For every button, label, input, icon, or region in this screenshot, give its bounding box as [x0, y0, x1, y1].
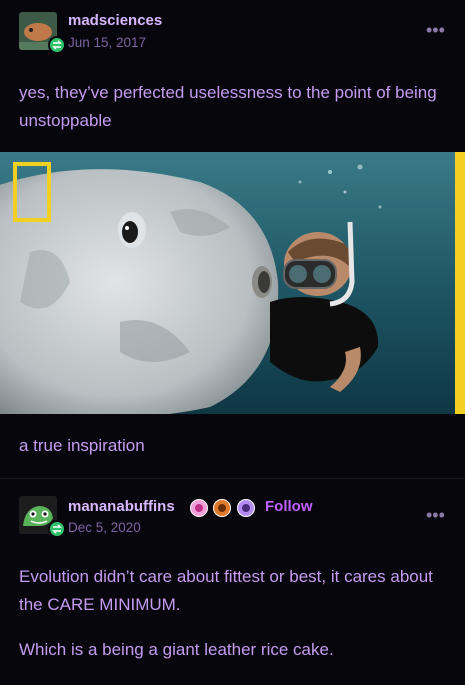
reblog-badge-icon: [48, 36, 66, 54]
sunfish-diver-image: [0, 152, 465, 414]
sunfish-diver-photo[interactable]: [0, 152, 465, 414]
orange-badge-icon[interactable]: [213, 499, 231, 517]
more-options-icon[interactable]: •••: [426, 20, 445, 41]
image-caption: a true inspiration: [19, 436, 145, 455]
username-mananabuffins[interactable]: mananabuffins: [68, 498, 175, 515]
more-options-icon[interactable]: •••: [426, 505, 445, 526]
reblog-badge-icon: [48, 520, 66, 538]
post-paragraph: Which is a being a giant leather rice ca…: [19, 640, 334, 659]
pink-badge-icon[interactable]: [190, 499, 208, 517]
post-date[interactable]: Jun 15, 2017: [68, 35, 146, 50]
purple-badge-icon[interactable]: [237, 499, 255, 517]
post-caption: yes, they’ve perfected uselessness to th…: [19, 83, 437, 130]
post-divider: [0, 478, 465, 479]
username-madsciences[interactable]: madsciences: [68, 12, 162, 29]
post-paragraph: Evolution didn’t care about fittest or b…: [19, 567, 433, 614]
follow-button[interactable]: Follow: [265, 498, 313, 515]
post-date[interactable]: Dec 5, 2020: [68, 520, 141, 535]
